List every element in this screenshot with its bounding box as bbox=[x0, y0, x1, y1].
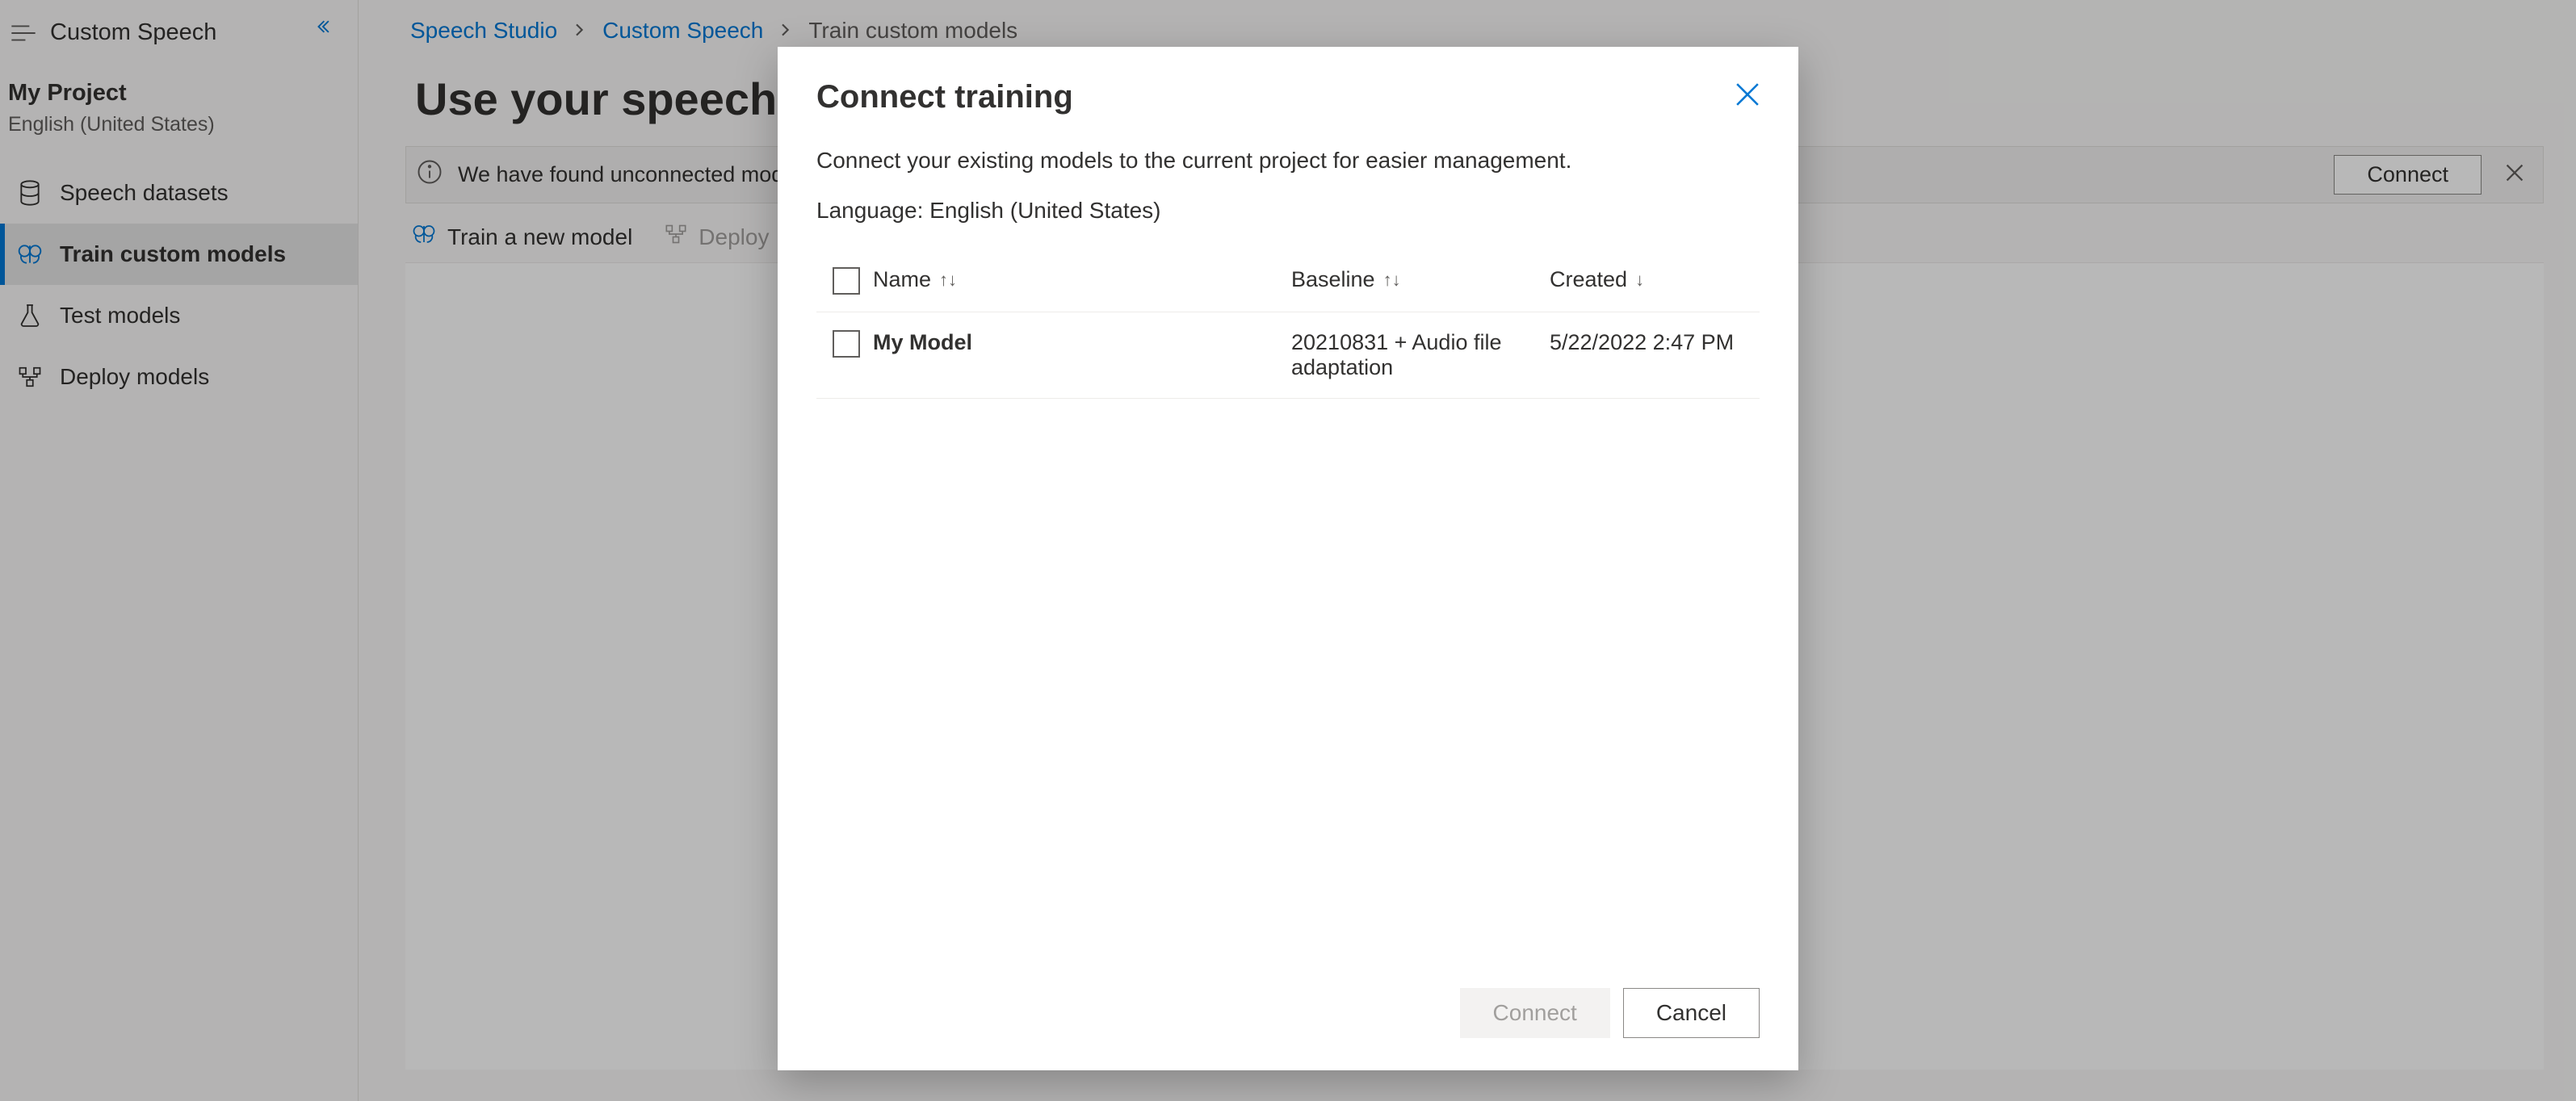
modal-cancel-button[interactable]: Cancel bbox=[1623, 988, 1760, 1038]
table-body[interactable]: My Model 20210831 + Audio file adaptatio… bbox=[816, 312, 1760, 877]
column-header-baseline[interactable]: Baseline ↑↓ bbox=[1291, 267, 1550, 292]
table-header: Name ↑↓ Baseline ↑↓ Created ↓ bbox=[816, 256, 1760, 312]
modal-description: Connect your existing models to the curr… bbox=[816, 148, 1760, 174]
modal-footer: Connect Cancel bbox=[816, 964, 1760, 1038]
sort-icon: ↑↓ bbox=[939, 270, 957, 291]
table-row[interactable]: My Model 20210831 + Audio file adaptatio… bbox=[816, 312, 1760, 399]
column-header-created[interactable]: Created ↓ bbox=[1550, 267, 1760, 292]
row-created: 5/22/2022 2:47 PM bbox=[1550, 330, 1760, 355]
select-all-checkbox[interactable] bbox=[833, 267, 860, 295]
column-header-name[interactable]: Name ↑↓ bbox=[873, 267, 1291, 292]
row-name: My Model bbox=[873, 330, 1291, 355]
row-checkbox[interactable] bbox=[833, 330, 860, 358]
sort-icon: ↑↓ bbox=[1383, 270, 1401, 291]
modal-connect-button: Connect bbox=[1460, 988, 1610, 1038]
row-baseline: 20210831 + Audio file adaptation bbox=[1291, 330, 1550, 380]
model-table: Name ↑↓ Baseline ↑↓ Created ↓ My Model 2… bbox=[816, 256, 1760, 964]
modal-language: Language: English (United States) bbox=[816, 198, 1760, 224]
sort-icon: ↓ bbox=[1635, 270, 1644, 291]
connect-training-modal: Connect training Connect your existing m… bbox=[778, 47, 1798, 1070]
modal-overlay[interactable]: Connect training Connect your existing m… bbox=[0, 0, 2576, 1101]
modal-close-button[interactable] bbox=[1735, 82, 1760, 109]
modal-title: Connect training bbox=[816, 79, 1760, 115]
